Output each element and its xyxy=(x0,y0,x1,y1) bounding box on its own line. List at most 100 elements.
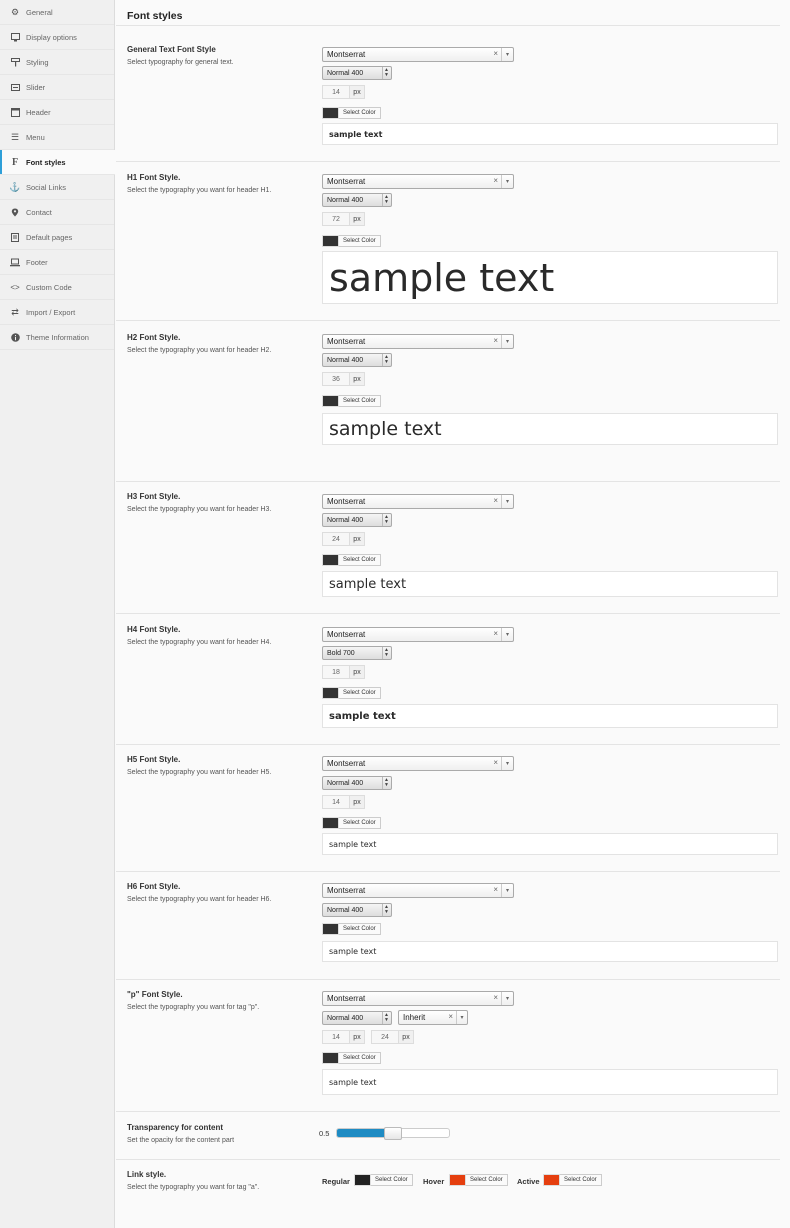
clear-icon[interactable]: × xyxy=(493,758,498,767)
sidebar-item-header[interactable]: Header xyxy=(0,100,114,125)
font-weight-select[interactable]: Normal 400 ▲ ▼ xyxy=(322,513,392,527)
section-label: Transparency for content Set the opacity… xyxy=(127,1123,317,1144)
sidebar-item-display-options[interactable]: Display options xyxy=(0,25,114,50)
font-family-select[interactable]: Montserrat × ▾ xyxy=(322,47,514,62)
sidebar-item-social-links[interactable]: ⚓ Social Links xyxy=(0,175,114,200)
color-picker-button[interactable]: Select Color xyxy=(322,923,381,935)
clear-icon[interactable]: × xyxy=(493,176,498,185)
updown-arrows-icon: ▲ ▼ xyxy=(382,514,390,526)
clear-icon[interactable]: × xyxy=(493,496,498,505)
font-weight-select[interactable]: Normal 400 ▲ ▼ xyxy=(322,1011,392,1025)
color-picker-button[interactable]: Select Color xyxy=(322,817,381,829)
slider-handle[interactable] xyxy=(384,1127,402,1140)
font-weight-select[interactable]: Normal 400 ▲ ▼ xyxy=(322,66,392,80)
chevron-down-icon[interactable]: ▾ xyxy=(456,1011,467,1024)
clear-icon[interactable]: × xyxy=(493,629,498,638)
color-swatch xyxy=(322,235,339,247)
sidebar-item-import-export[interactable]: ⇄ Import / Export xyxy=(0,300,114,325)
color-picker-button[interactable]: Select Color xyxy=(322,687,381,699)
font-weight-select[interactable]: Normal 400 ▲ ▼ xyxy=(322,776,392,790)
chevron-down-icon[interactable]: ▾ xyxy=(501,757,513,770)
font-family-select[interactable]: Montserrat × ▾ xyxy=(322,627,514,642)
font-size-field[interactable]: 14 px xyxy=(322,1030,365,1044)
clear-icon[interactable]: × xyxy=(448,1012,453,1021)
sidebar-item-menu[interactable]: ☰ Menu xyxy=(0,125,114,150)
font-size-field[interactable]: 72 px xyxy=(322,212,365,226)
font-size-field[interactable]: 24 px xyxy=(322,532,365,546)
font-size-field[interactable]: 36 px xyxy=(322,372,365,386)
sidebar-item-custom-code[interactable]: <> Custom Code xyxy=(0,275,114,300)
font-size-input[interactable]: 18 xyxy=(322,665,350,679)
updown-arrows-icon: ▲ ▼ xyxy=(382,1012,390,1024)
updown-arrows-icon: ▲ ▼ xyxy=(382,777,390,789)
sidebar-item-contact[interactable]: Contact xyxy=(0,200,114,225)
chevron-down-icon[interactable]: ▾ xyxy=(501,884,513,897)
font-size-input[interactable]: 14 xyxy=(322,1030,350,1044)
chevron-down-icon[interactable]: ▾ xyxy=(501,335,513,348)
font-size-input[interactable]: 14 xyxy=(322,85,350,99)
section-label: General Text Font Style Select typograph… xyxy=(127,45,317,66)
section-title: Link style. xyxy=(127,1170,167,1179)
font-size-field[interactable]: 14 px xyxy=(322,85,365,99)
font-family-select[interactable]: Montserrat × ▾ xyxy=(322,756,514,771)
font-family-value: Montserrat xyxy=(327,759,366,768)
color-picker-button[interactable]: Select Color xyxy=(322,395,381,407)
sidebar-item-default-pages[interactable]: Default pages xyxy=(0,225,114,250)
updown-arrows-icon: ▲ ▼ xyxy=(382,354,390,366)
font-family-select[interactable]: Montserrat × ▾ xyxy=(322,334,514,349)
section-description: Select the typography you want for heade… xyxy=(127,769,272,776)
chevron-down-icon[interactable]: ▾ xyxy=(501,48,513,61)
sidebar-item-theme-information[interactable]: Theme Information xyxy=(0,325,114,350)
sidebar-item-styling[interactable]: Styling xyxy=(0,50,114,75)
text-transform-select[interactable]: Inherit × ▾ xyxy=(398,1010,468,1025)
sidebar-item-label: Contact xyxy=(26,207,52,217)
sidebar-item-general[interactable]: ⚙ General xyxy=(0,0,114,25)
color-button-label: Select Color xyxy=(339,395,381,407)
font-weight-select[interactable]: Normal 400 ▲ ▼ xyxy=(322,193,392,207)
color-picker-button[interactable]: Select Color xyxy=(322,107,381,119)
font-weight-select[interactable]: Normal 400 ▲ ▼ xyxy=(322,903,392,917)
preview-text: sample text xyxy=(329,129,383,139)
color-picker-button[interactable]: Select Color xyxy=(322,235,381,247)
clear-icon[interactable]: × xyxy=(493,49,498,58)
sidebar-item-footer[interactable]: Footer xyxy=(0,250,114,275)
font-family-select[interactable]: Montserrat × ▾ xyxy=(322,174,514,189)
font-family-select[interactable]: Montserrat × ▾ xyxy=(322,494,514,509)
clear-icon[interactable]: × xyxy=(493,885,498,894)
unit-label: px xyxy=(350,795,365,809)
chevron-down-icon[interactable]: ▾ xyxy=(501,992,513,1005)
line-height-input[interactable]: 24 xyxy=(371,1030,399,1044)
sidebar-item-label: Display options xyxy=(26,32,77,42)
font-size-input[interactable]: 14 xyxy=(322,795,350,809)
font-size-field[interactable]: 14 px xyxy=(322,795,365,809)
chevron-down-icon[interactable]: ▾ xyxy=(501,495,513,508)
opacity-slider[interactable] xyxy=(336,1127,450,1140)
section-description: Select the typography you want for heade… xyxy=(127,896,272,903)
font-size-field[interactable]: 18 px xyxy=(322,665,365,679)
sidebar-item-slider[interactable]: Slider xyxy=(0,75,114,100)
section-label: "p" Font Style. Select the typography yo… xyxy=(127,990,317,1011)
font-weight-select[interactable]: Bold 700 ▲ ▼ xyxy=(322,646,392,660)
font-size-input[interactable]: 72 xyxy=(322,212,350,226)
chevron-down-icon[interactable]: ▾ xyxy=(501,175,513,188)
font-weight-select[interactable]: Normal 400 ▲ ▼ xyxy=(322,353,392,367)
color-picker-button[interactable]: Select Color xyxy=(322,554,381,566)
hover-color-button[interactable]: Select Color xyxy=(449,1174,508,1186)
color-picker-button[interactable]: Select Color xyxy=(322,1052,381,1064)
sidebar-item-font-styles[interactable]: F Font styles xyxy=(0,150,115,175)
line-height-field[interactable]: 24 px xyxy=(371,1030,414,1044)
font-family-select[interactable]: Montserrat × ▾ xyxy=(322,883,514,898)
regular-color-button[interactable]: Select Color xyxy=(354,1174,413,1186)
font-size-input[interactable]: 24 xyxy=(322,532,350,546)
anchor-icon: ⚓ xyxy=(9,181,21,192)
active-color-button[interactable]: Select Color xyxy=(543,1174,602,1186)
clear-icon[interactable]: × xyxy=(493,336,498,345)
font-family-select[interactable]: Montserrat × ▾ xyxy=(322,991,514,1006)
section-h1: H1 Font Style. Select the typography you… xyxy=(116,173,780,321)
sidebar-item-label: Theme Information xyxy=(26,332,89,342)
chevron-down-icon[interactable]: ▾ xyxy=(501,628,513,641)
preview-text: sample text xyxy=(329,576,407,592)
clear-icon[interactable]: × xyxy=(493,993,498,1002)
section-description: Set the opacity for the content part xyxy=(127,1137,235,1144)
font-size-input[interactable]: 36 xyxy=(322,372,350,386)
